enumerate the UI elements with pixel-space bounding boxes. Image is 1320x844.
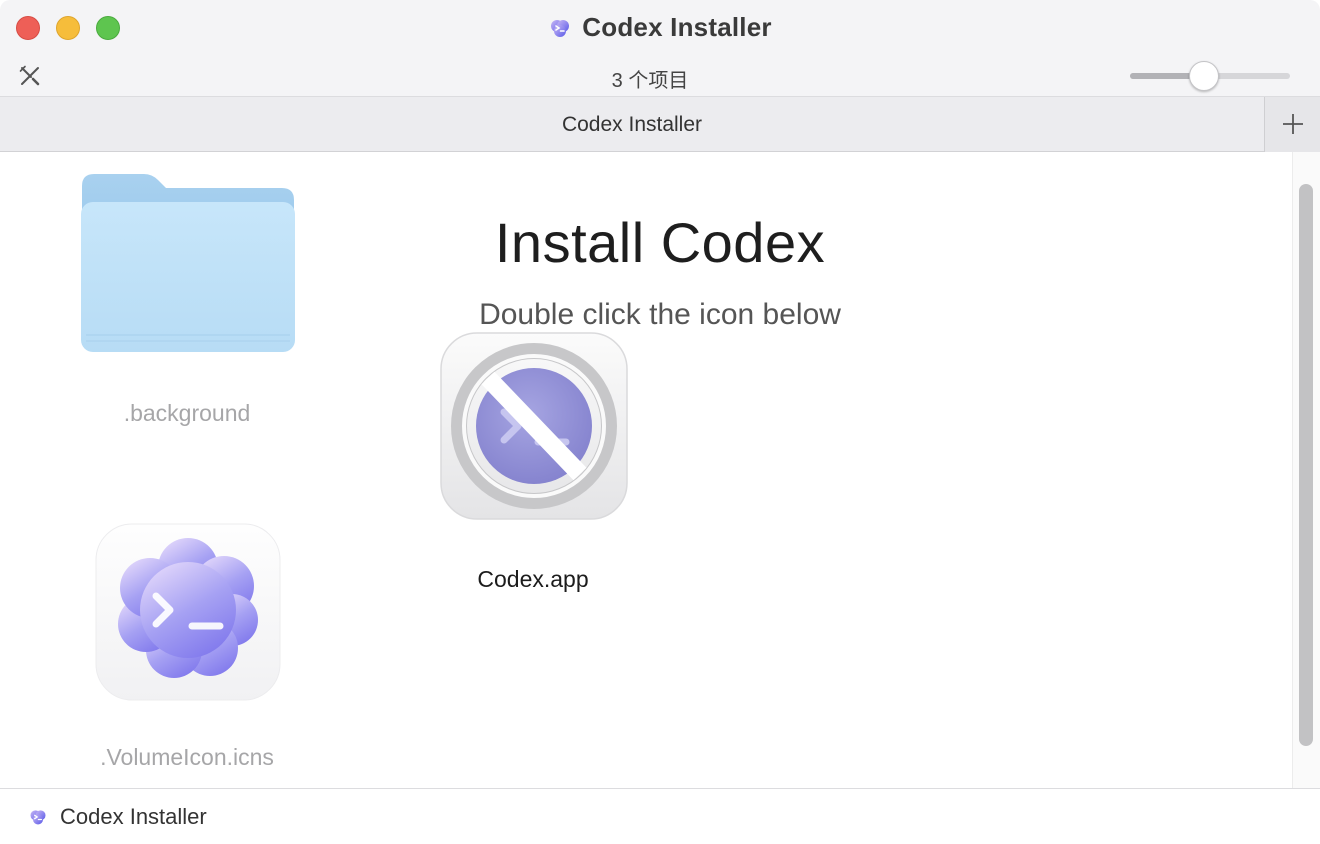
- codex-cloud-icon: [95, 523, 281, 701]
- tab-bar: Codex Installer: [0, 96, 1320, 152]
- toolbar: 3 个项目: [0, 56, 1320, 96]
- background-subtitle: Double click the icon below: [479, 298, 841, 331]
- slider-knob[interactable]: [1188, 61, 1219, 91]
- codex-cloud-icon: [30, 810, 46, 825]
- file-label-background: .background: [123, 400, 251, 426]
- file-label-codex-app: Codex.app: [477, 566, 589, 592]
- blocked-app-icon: [440, 332, 628, 520]
- path-bar: Codex Installer: [0, 788, 1320, 844]
- window-title: Codex Installer: [0, 12, 1320, 43]
- finder-window: Codex Installer 3 个项目 Codex Installer In…: [0, 0, 1320, 844]
- new-tab-button[interactable]: [1264, 97, 1320, 152]
- tab-codex-installer[interactable]: Codex Installer: [0, 97, 1264, 153]
- file-item-volumeicon[interactable]: [94, 522, 282, 707]
- title-bar[interactable]: Codex Installer: [0, 0, 1320, 56]
- file-item-codex-app[interactable]: [440, 332, 630, 527]
- item-count: 3 个项目: [611, 70, 689, 92]
- scrollbar-thumb[interactable]: [1299, 184, 1313, 746]
- path-location[interactable]: Codex Installer: [60, 804, 207, 830]
- background-title: Install Codex: [494, 211, 826, 274]
- folder-icon: [81, 174, 295, 352]
- finder-content: Install Codex Double click the icon belo…: [0, 152, 1292, 788]
- codex-cloud-icon: [551, 19, 570, 37]
- file-label-volumeicon: .VolumeIcon.icns: [100, 744, 274, 770]
- window-title-text: Codex Installer: [582, 12, 772, 42]
- file-item-background[interactable]: [80, 172, 296, 361]
- icon-size-slider[interactable]: [1130, 61, 1290, 91]
- vertical-scrollbar[interactable]: [1292, 152, 1320, 788]
- plus-icon: [1283, 114, 1303, 134]
